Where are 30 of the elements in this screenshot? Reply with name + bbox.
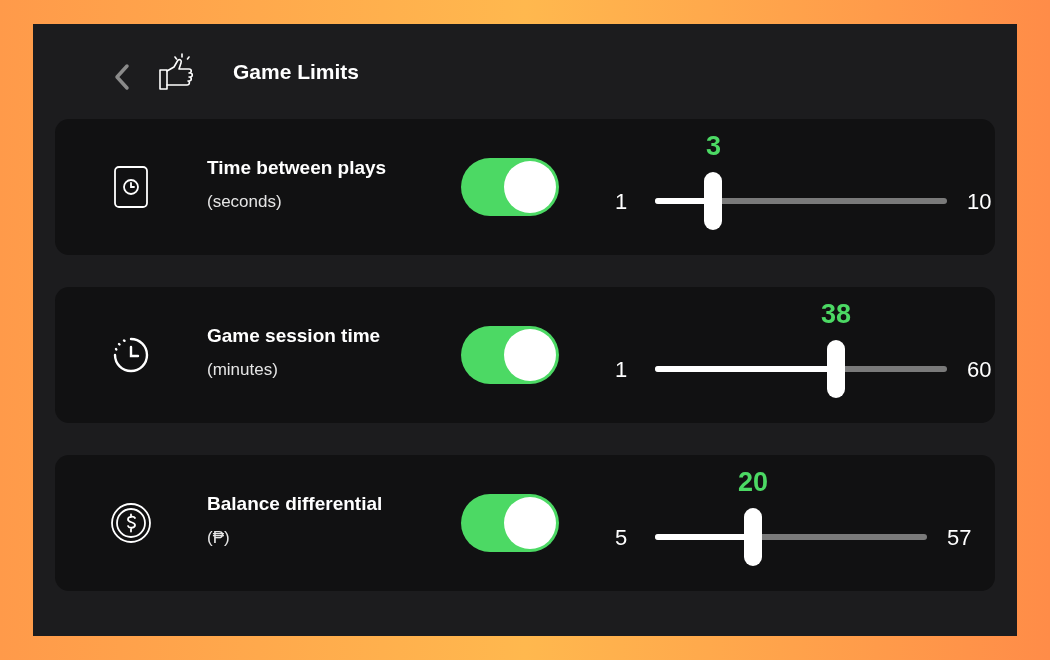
- page-title: Game Limits: [233, 58, 360, 85]
- coin-icon: [110, 502, 152, 544]
- limit-title: Balance differential: [207, 492, 384, 516]
- stopwatch-icon: [111, 335, 151, 375]
- slider-value: 3: [705, 130, 721, 163]
- slider-min-label: 5: [615, 523, 629, 552]
- slider-max-label: 60: [967, 355, 992, 384]
- toggle-switch[interactable]: [461, 326, 559, 384]
- limit-title: Game session time: [207, 324, 382, 348]
- toggle-knob: [504, 161, 556, 213]
- toggle-switch[interactable]: [461, 494, 559, 552]
- thumbs-up-icon: [158, 51, 196, 92]
- slider-value: 20: [737, 466, 768, 499]
- limit-title: Time between plays: [207, 156, 388, 180]
- limit-unit: (seconds): [207, 190, 283, 213]
- limit-unit: (minutes): [207, 358, 279, 381]
- slider-thumb[interactable]: [704, 172, 723, 230]
- slider-thumb[interactable]: [743, 508, 762, 566]
- toggle-switch[interactable]: [461, 158, 559, 216]
- slider-min-label: 1: [615, 187, 629, 216]
- timer-card-icon: [113, 165, 149, 209]
- toggle-knob: [504, 329, 556, 381]
- back-chevron-icon[interactable]: [113, 62, 131, 91]
- slider-max-label: 10: [967, 187, 992, 216]
- slider-max-label: 57: [947, 523, 972, 552]
- limit-unit: (₱): [207, 526, 231, 549]
- slider-thumb[interactable]: [827, 340, 846, 398]
- slider-min-label: 1: [615, 355, 629, 384]
- toggle-knob: [504, 497, 556, 549]
- slider-value: 38: [821, 298, 852, 331]
